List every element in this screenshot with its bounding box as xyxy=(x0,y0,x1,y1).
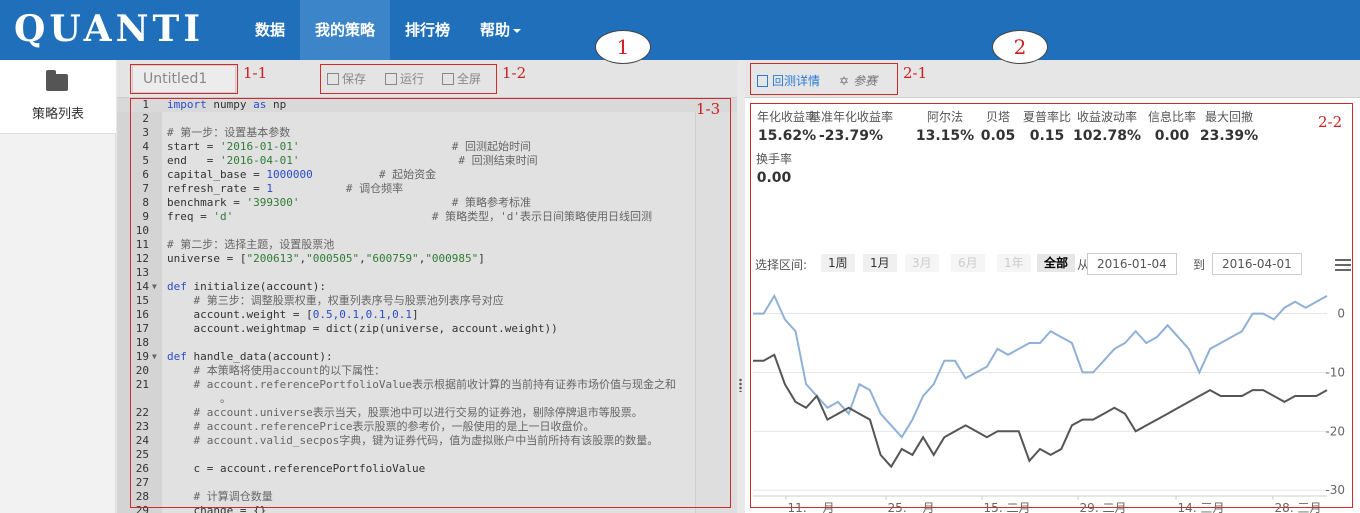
nav-item-data[interactable]: 数据 xyxy=(240,0,300,60)
nav-label: 数据 xyxy=(255,21,286,39)
nav-item-my-strategies[interactable]: 我的策略 xyxy=(300,0,391,60)
nav-item-help[interactable]: 帮助 xyxy=(465,0,536,60)
annotation-box-toolbar xyxy=(320,64,497,94)
drag-handle-icon[interactable] xyxy=(739,378,742,392)
annotation-box-title xyxy=(130,64,238,94)
annotation-box-editor xyxy=(130,98,731,508)
nav-label: 排行榜 xyxy=(405,21,451,39)
annotation-label-1-3: 1-3 xyxy=(696,100,721,118)
annotation-box-results xyxy=(750,103,1353,508)
nav-item-leaderboard[interactable]: 排行榜 xyxy=(390,0,465,60)
nav-label: 我的策略 xyxy=(315,21,376,39)
annotation-label-1-1: 1-1 xyxy=(243,64,268,82)
annotation-label-2-1: 2-1 xyxy=(903,64,928,82)
annotation-label-2-2: 2-2 xyxy=(1318,113,1343,131)
callout-bubble-1: 1 xyxy=(595,30,651,64)
caret-down-icon xyxy=(513,28,522,33)
folder-icon xyxy=(46,70,68,91)
nav-label: 帮助 xyxy=(480,21,511,39)
annotation-label-1-2: 1-2 xyxy=(502,64,527,82)
sidebar: 策略列表 xyxy=(0,60,116,513)
annotation-box-tabs xyxy=(750,63,898,95)
main-nav: 数据 我的策略 排行榜 帮助 xyxy=(240,0,536,60)
sidebar-item-label: 策略列表 xyxy=(31,107,84,122)
top-nav-bar: QUANTI 数据 我的策略 排行榜 帮助 xyxy=(0,0,1360,60)
callout-bubble-2: 2 xyxy=(992,30,1048,64)
sidebar-item-strategy-list[interactable]: 策略列表 xyxy=(0,60,116,134)
logo[interactable]: QUANTI xyxy=(14,8,204,50)
